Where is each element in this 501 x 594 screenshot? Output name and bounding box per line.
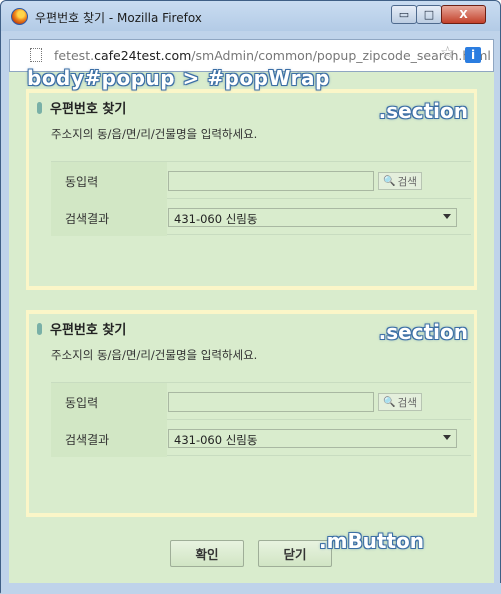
search-form-table: 동입력 🔍 검색 검색결과 431-060 신림동 [51, 161, 471, 236]
url-text[interactable]: fetest.cafe24test.com/smAdmin/common/pop… [54, 48, 491, 63]
result-select-value: 431-060 신림동 [174, 212, 258, 226]
section-debug-label: .section [378, 99, 468, 123]
dong-input[interactable] [168, 171, 374, 191]
result-row: 검색결과 431-060 신림동 [51, 199, 471, 236]
section-title-text: 우편번호 찾기 [50, 323, 127, 338]
popwrap-debug-label: body#popup > #popWrap [27, 66, 330, 90]
mbutton-debug-label: .mButton [319, 529, 425, 553]
dong-input-label: 동입력 [51, 162, 167, 199]
button-area: 확인 닫기 .mButton [9, 527, 494, 583]
result-select[interactable]: 431-060 신림동 [168, 208, 457, 227]
bullet-icon [37, 322, 42, 335]
section-title: 우편번호 찾기 [37, 98, 126, 117]
bullet-icon [37, 101, 42, 114]
search-form-table: 동입력 🔍 검색 검색결과 431-060 신림동 [51, 382, 471, 457]
result-select[interactable]: 431-060 신림동 [168, 429, 457, 448]
title-bar[interactable]: 우편번호 찾기 - Mozilla Firefox ▭ □ X [1, 1, 500, 31]
result-label: 검색결과 [51, 420, 167, 457]
maximize-button[interactable]: □ [416, 5, 442, 24]
window-bottom-border [1, 583, 501, 594]
result-row: 검색결과 431-060 신림동 [51, 420, 471, 457]
star-icon[interactable]: ☆ [440, 45, 455, 62]
info-icon[interactable]: i [465, 47, 481, 63]
page-icon [30, 48, 42, 62]
url-prefix: fetest. [54, 48, 95, 63]
minimize-icon: ▭ [398, 8, 410, 21]
confirm-button[interactable]: 확인 [170, 540, 244, 567]
input-row: 동입력 🔍 검색 [51, 162, 471, 199]
chevron-down-icon [443, 435, 451, 440]
dong-input-label: 동입력 [51, 383, 167, 420]
zipcode-section-1: 우편번호 찾기 주소지의 동/읍/면/리/건물명을 입력하세요. .sectio… [26, 89, 477, 290]
section-description: 주소지의 동/읍/면/리/건물명을 입력하세요. [51, 348, 258, 362]
zipcode-section-2: 우편번호 찾기 주소지의 동/읍/면/리/건물명을 입력하세요. .sectio… [26, 310, 477, 517]
firefox-icon [11, 8, 28, 25]
pop-wrap: 우편번호 찾기 주소지의 동/읍/면/리/건물명을 입력하세요. .sectio… [9, 66, 494, 583]
browser-window: 우편번호 찾기 - Mozilla Firefox ▭ □ X fetest.c… [0, 0, 501, 594]
dong-input[interactable] [168, 392, 374, 412]
search-button-label: 검색 [397, 396, 417, 409]
search-button[interactable]: 🔍 검색 [378, 172, 422, 190]
close-icon: X [459, 8, 468, 21]
search-button-label: 검색 [397, 175, 417, 188]
search-button[interactable]: 🔍 검색 [378, 393, 422, 411]
section-title: 우편번호 찾기 [37, 319, 126, 338]
section-debug-label: .section [378, 320, 468, 344]
search-icon: 🔍 [383, 175, 396, 187]
url-host: cafe24test.com [94, 48, 192, 63]
maximize-icon: □ [423, 8, 435, 21]
section-description: 주소지의 동/읍/면/리/건물명을 입력하세요. [51, 127, 258, 141]
close-window-button[interactable]: X [441, 5, 486, 24]
search-icon: 🔍 [383, 396, 396, 408]
section-title-text: 우편번호 찾기 [50, 102, 127, 117]
input-row: 동입력 🔍 검색 [51, 383, 471, 420]
window-title: 우편번호 찾기 - Mozilla Firefox [35, 11, 202, 25]
minimize-button[interactable]: ▭ [391, 5, 417, 24]
result-label: 검색결과 [51, 199, 167, 236]
result-select-value: 431-060 신림동 [174, 433, 258, 447]
chevron-down-icon [443, 214, 451, 219]
